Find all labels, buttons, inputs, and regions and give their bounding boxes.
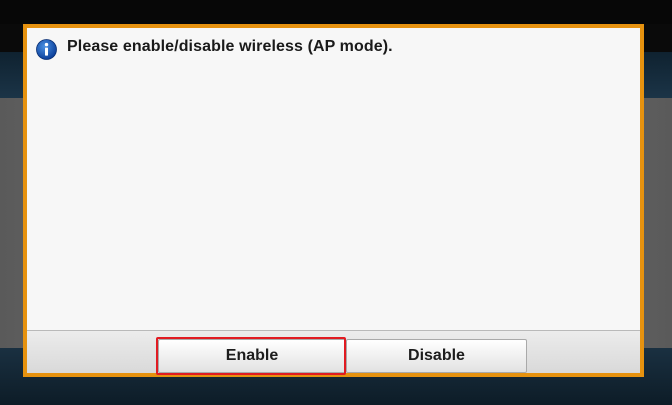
ap-mode-dialog: Please enable/disable wireless (AP mode)… (23, 24, 644, 377)
enable-button[interactable]: Enable (158, 339, 346, 373)
dialog-message: Please enable/disable wireless (AP mode)… (67, 38, 393, 55)
disable-button[interactable]: Disable (346, 339, 527, 373)
button-bar: Enable Disable (27, 330, 640, 375)
dialog-body: Please enable/disable wireless (AP mode)… (27, 28, 640, 330)
info-icon (36, 39, 57, 60)
top-band (0, 0, 672, 24)
